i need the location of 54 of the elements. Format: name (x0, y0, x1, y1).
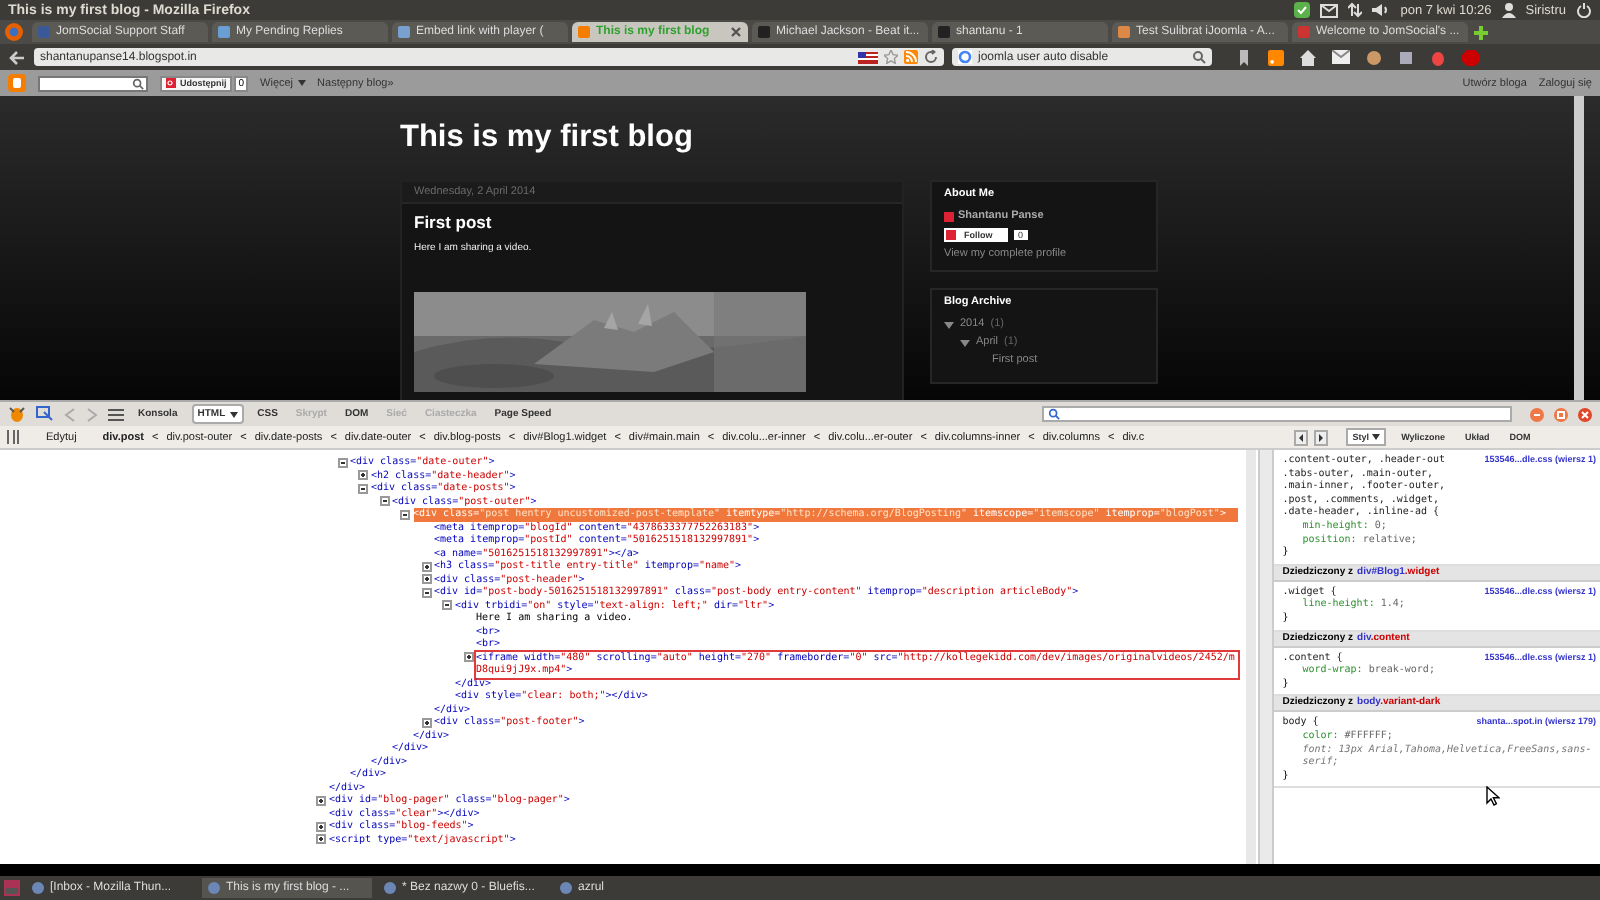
home-icon[interactable] (1300, 49, 1316, 65)
new-tab-icon[interactable] (1472, 23, 1490, 41)
firefox-menu-icon[interactable] (4, 22, 24, 42)
minimize-icon[interactable] (1530, 407, 1544, 421)
mail-icon[interactable] (1320, 3, 1339, 17)
minus-box-icon[interactable] (442, 600, 452, 611)
search-icon[interactable] (132, 77, 144, 89)
plus-box-icon[interactable] (316, 795, 326, 806)
search-field[interactable] (1042, 406, 1512, 422)
caret-icon (229, 411, 238, 417)
user-icon[interactable] (1501, 2, 1516, 18)
close-icon[interactable] (730, 26, 742, 38)
flag-icon (858, 51, 878, 63)
power-icon[interactable] (1576, 2, 1592, 18)
minus-box-icon[interactable] (337, 457, 347, 468)
minus-box-icon[interactable] (358, 483, 368, 494)
blog-title: This is my first blog (400, 120, 695, 156)
speaker-icon[interactable] (1372, 2, 1391, 18)
star-icon[interactable] (884, 50, 898, 64)
blog-search-field[interactable] (38, 75, 148, 91)
search-icon (1048, 408, 1060, 420)
blogger-logo-icon[interactable] (8, 74, 26, 92)
plus-box-icon[interactable] (421, 717, 431, 728)
caret-icon[interactable] (944, 319, 954, 329)
caret-icon[interactable] (960, 337, 970, 347)
search-icon[interactable] (1192, 50, 1206, 64)
scrollbar[interactable] (1574, 96, 1584, 400)
reload-icon[interactable] (924, 50, 938, 64)
plus-box-icon[interactable] (358, 470, 368, 481)
plus-box-icon[interactable] (421, 574, 431, 585)
plus-box-icon[interactable] (463, 652, 473, 663)
minus-box-icon[interactable] (379, 496, 389, 507)
minus-box-icon[interactable] (421, 587, 431, 598)
inspect-icon[interactable] (36, 406, 54, 422)
maximize-icon[interactable] (1554, 407, 1568, 421)
caret-icon (1371, 434, 1380, 440)
plus-box-icon[interactable] (316, 821, 326, 832)
post-title[interactable]: First post (402, 204, 902, 232)
network-icon[interactable] (1348, 2, 1363, 18)
plus-box-icon[interactable] (421, 561, 431, 572)
scroll-right-icon[interactable] (1314, 429, 1329, 445)
layout-icon[interactable] (6, 430, 20, 444)
menu-icon[interactable] (108, 407, 124, 421)
plus-box-icon[interactable] (316, 834, 326, 845)
caret-icon (297, 80, 306, 86)
scrollbar[interactable] (1246, 450, 1257, 864)
scroll-left-icon[interactable] (1294, 429, 1309, 445)
minus-box-icon[interactable] (400, 509, 410, 520)
back-arrow-icon[interactable] (8, 49, 26, 65)
mouse-pointer-icon (1486, 786, 1501, 806)
google-plus-icon (944, 211, 954, 221)
check-icon[interactable] (1294, 2, 1311, 18)
bookmarks-icon[interactable] (1236, 49, 1252, 65)
google-plus-icon (166, 78, 176, 88)
